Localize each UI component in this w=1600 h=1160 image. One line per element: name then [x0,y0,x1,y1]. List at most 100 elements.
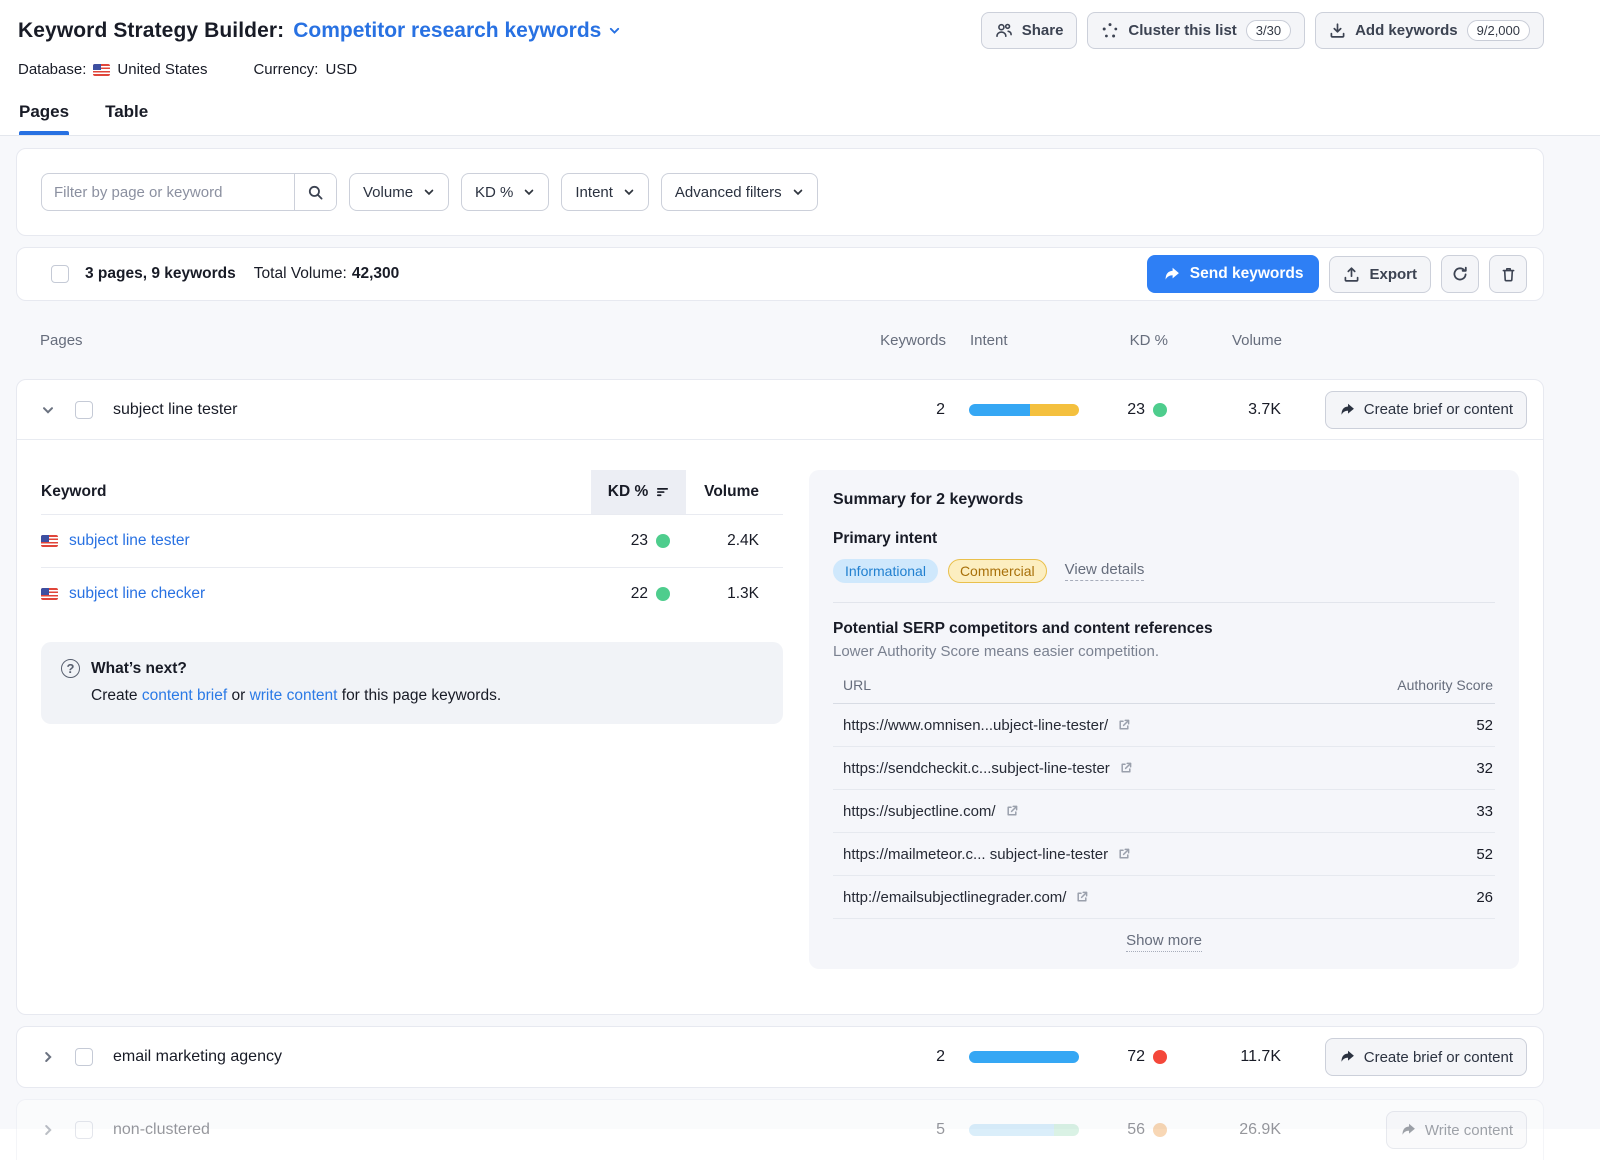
external-link-icon[interactable] [1119,761,1133,775]
external-link-icon[interactable] [1117,718,1131,732]
content-brief-link[interactable]: content brief [142,687,227,704]
external-link-icon[interactable] [1005,804,1019,818]
tab-table[interactable]: Table [105,102,148,135]
column-pages: Pages [40,332,856,349]
export-button[interactable]: Export [1329,256,1431,293]
volume-value: 1.3K [686,585,783,603]
us-flag-icon [41,588,58,600]
keyword-link[interactable]: subject line tester [41,532,591,550]
kw-column-kd-sorted[interactable]: KD % [591,470,686,514]
send-arrow-icon [1163,267,1180,282]
column-authority-score: Authority Score [1397,677,1493,693]
select-all-checkbox[interactable] [51,265,69,283]
expand-chevron-icon[interactable] [41,1050,55,1064]
keyword-row: subject line checker 22 1.3K [41,567,783,620]
keywords-count-badge: 9/2,000 [1467,20,1530,41]
refresh-icon [1451,265,1469,283]
competitor-url: https://sendcheckit.c...subject-line-tes… [843,760,1110,777]
page-card-non-clustered: non-clustered 5 56 26.9K Write content [16,1099,1544,1160]
authority-score: 26 [1476,889,1493,906]
search-group [41,173,337,211]
serp-competitors-title: Potential SERP competitors and content r… [833,620,1495,638]
database-meta: Database: United States [18,61,207,78]
keyword-table: Keyword KD % Volume subject line tester [17,470,783,724]
external-link-icon[interactable] [1117,847,1131,861]
create-brief-label: Create brief or content [1364,1049,1513,1066]
write-content-label: Write content [1425,1122,1513,1139]
kd-value: 23 [631,532,648,550]
refresh-button[interactable] [1441,255,1479,293]
row-checkbox[interactable] [75,1048,93,1066]
us-flag-icon [41,535,58,547]
list-picker-dropdown[interactable]: Competitor research keywords [293,19,621,43]
intent-filter-dropdown[interactable]: Intent [561,173,649,211]
total-volume-label: Total Volume: [254,265,347,283]
advanced-filters-dropdown[interactable]: Advanced filters [661,173,818,211]
view-details-link[interactable]: View details [1065,561,1145,581]
competitor-row: https://sendcheckit.c...subject-line-tes… [833,747,1495,790]
kw-column-volume: Volume [686,483,783,501]
kd-filter-dropdown[interactable]: KD % [461,173,549,211]
row-checkbox[interactable] [75,1121,93,1139]
competitor-url: http://emailsubjectlinegrader.com/ [843,889,1066,906]
currency-label: Currency: [253,61,318,78]
volume-filter-dropdown[interactable]: Volume [349,173,449,211]
kd-value: 56 [1127,1121,1145,1139]
show-more-link[interactable]: Show more [1126,932,1202,952]
column-kd: KD % [1104,332,1168,349]
send-keywords-button[interactable]: Send keywords [1147,255,1320,293]
add-keywords-button[interactable]: Add keywords 9/2,000 [1315,12,1544,49]
authority-score: 52 [1476,846,1493,863]
write-content-link[interactable]: write content [250,687,338,704]
search-input[interactable] [42,174,294,210]
list-name: Competitor research keywords [293,19,601,43]
competitor-url: https://mailmeteor.c... subject-line-tes… [843,846,1108,863]
delete-button[interactable] [1489,255,1527,293]
volume-value: 3.7K [1191,401,1281,419]
commercial-intent-badge: Commercial [948,559,1047,583]
column-keywords: Keywords [880,332,946,349]
chevron-down-icon [523,186,535,198]
whats-next-part1: Create [91,687,142,704]
create-brief-button[interactable]: Create brief or content [1325,1038,1527,1076]
page-name: subject line tester [113,401,238,419]
send-keywords-label: Send keywords [1190,265,1304,283]
tab-pages[interactable]: Pages [19,102,69,135]
send-arrow-icon [1339,1050,1355,1064]
search-button[interactable] [294,174,336,210]
trash-icon [1500,266,1517,283]
share-label: Share [1022,22,1064,39]
share-button[interactable]: Share [981,12,1078,49]
view-tabs: Pages Table [18,102,1544,135]
selection-summary: 3 pages, 9 keywords [85,265,236,283]
table-row: email marketing agency 2 72 11.7K Create… [17,1027,1543,1087]
external-link-icon[interactable] [1075,890,1089,904]
app-header: Keyword Strategy Builder: Competitor res… [0,0,1600,135]
column-volume: Volume [1192,332,1282,349]
row-checkbox[interactable] [75,401,93,419]
page-card-subject-line-tester: subject line tester 2 23 3.7K Create bri… [16,379,1544,1015]
total-volume-value: 42,300 [352,265,399,283]
write-content-button[interactable]: Write content [1386,1111,1527,1149]
page-title: Keyword Strategy Builder: [18,19,284,43]
add-keywords-label: Add keywords [1355,22,1458,39]
sort-descending-icon [656,486,669,498]
volume-value: 26.9K [1191,1121,1281,1139]
column-intent: Intent [970,332,1080,349]
currency-value: USD [325,61,357,78]
volume-filter-label: Volume [363,184,413,201]
create-brief-button[interactable]: Create brief or content [1325,391,1527,429]
question-icon: ? [61,659,80,678]
collapse-chevron-icon[interactable] [41,403,55,417]
us-flag-icon [93,64,110,76]
cluster-list-button[interactable]: Cluster this list 3/30 [1087,12,1305,49]
keyword-link[interactable]: subject line checker [41,585,591,603]
expanded-detail: Keyword KD % Volume subject line tester [17,440,1543,1014]
competitors-column-headers: URL Authority Score [833,677,1495,704]
whats-next-part3: for this page keywords. [337,687,501,704]
chevron-down-icon [608,24,621,37]
page-card-email-marketing-agency: email marketing agency 2 72 11.7K Create… [16,1026,1544,1088]
whats-next-box: ? What’s next? Create content brief or w… [41,642,783,724]
advanced-filters-label: Advanced filters [675,184,782,201]
informational-intent-badge: Informational [833,559,938,583]
